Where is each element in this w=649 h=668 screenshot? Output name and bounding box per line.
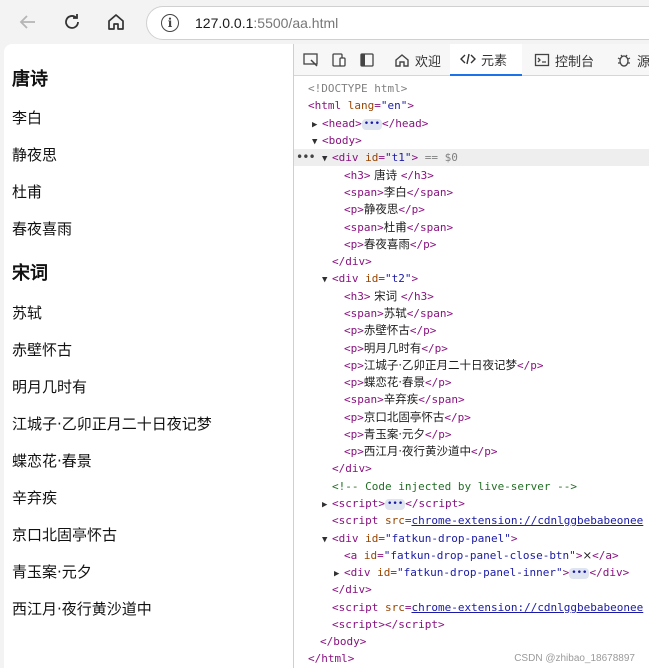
dom-node-p[interactable]: <p>明月几时有</p> xyxy=(344,340,448,357)
dom-node-script-empty[interactable]: <script></script> xyxy=(332,616,445,633)
list-item: 杜甫 xyxy=(12,183,43,201)
list-item: 江城子·乙卯正月二十日夜记梦 xyxy=(12,415,212,433)
tab-console[interactable]: 控制台 xyxy=(530,44,606,76)
sidebar-toggle-icon[interactable] xyxy=(358,51,376,69)
ellipsis-icon[interactable]: ••• xyxy=(569,567,590,579)
more-dots-icon[interactable]: ••• xyxy=(296,149,316,166)
dom-node-div-t2[interactable]: ▼ <div id="t2"> xyxy=(322,270,418,287)
tab-sources[interactable]: 源 xyxy=(612,44,649,76)
dom-node-span[interactable]: <span>李白</span> xyxy=(344,184,453,201)
ellipsis-icon[interactable]: ••• xyxy=(361,118,383,130)
reload-icon xyxy=(65,14,79,29)
heading-t1: 唐诗 xyxy=(12,69,48,90)
dom-node-p[interactable]: <p>青玉案·元夕</p> xyxy=(344,426,452,443)
console-icon xyxy=(534,53,550,67)
list-item: 明月几时有 xyxy=(12,378,88,396)
home-icon xyxy=(395,54,409,67)
code-brackets-icon xyxy=(460,53,476,65)
collapse-triangle-icon[interactable]: ▼ xyxy=(322,272,332,289)
bug-icon xyxy=(617,54,631,67)
dom-node-div-close[interactable]: </div> xyxy=(332,460,372,477)
dom-node-div-close[interactable]: </div> xyxy=(332,581,372,598)
url-path: :5500/aa.html xyxy=(253,15,339,31)
tab-welcome-label: 欢迎 xyxy=(415,54,442,70)
dom-node-div-panel[interactable]: ▼ <div id="fatkun-drop-panel"> xyxy=(322,530,517,547)
collapse-triangle-icon[interactable]: ▼ xyxy=(322,532,332,549)
back-button[interactable] xyxy=(14,8,42,36)
dom-node-p[interactable]: <p>西江月·夜行黄沙道中</p> xyxy=(344,443,498,460)
dom-node-script-ext[interactable]: <script src=chrome-extension://cdnlggbeb… xyxy=(332,599,643,616)
list-item: 京口北固亭怀古 xyxy=(12,526,118,544)
tab-console-label: 控制台 xyxy=(555,54,595,70)
dom-node-doctype[interactable]: <!DOCTYPE html> xyxy=(308,80,407,97)
dom-node-span[interactable]: <span>辛弃疾</span> xyxy=(344,391,465,408)
url-text: 127.0.0.1:5500/aa.html xyxy=(195,15,338,31)
dom-node-p[interactable]: <p>赤壁怀古</p> xyxy=(344,322,436,339)
dom-node-head[interactable]: ▶ <head> ••• </head> xyxy=(312,115,428,132)
dom-node-div-inner[interactable]: ▶ <div id="fatkun-drop-panel-inner"> ••• </… xyxy=(334,564,629,581)
home-button[interactable] xyxy=(102,8,130,36)
list-item: 静夜思 xyxy=(12,146,58,164)
browser-toolbar: i 127.0.0.1:5500/aa.html xyxy=(0,0,649,44)
list-item: 青玉案·元夕 xyxy=(12,563,92,581)
dom-node-div-t1[interactable]: ••• ▼ <div id="t1"> == $0 xyxy=(294,149,649,166)
tab-sources-label: 源 xyxy=(637,54,649,70)
list-item: 蝶恋花·春景 xyxy=(12,452,92,470)
collapse-triangle-icon[interactable]: ▼ xyxy=(322,151,332,168)
list-item: 苏轼 xyxy=(12,304,43,322)
dom-node-comment[interactable]: <!-- Code injected by live-server --> xyxy=(332,478,577,495)
dom-node-h3[interactable]: <h3> 唐诗 </h3> xyxy=(344,167,434,184)
list-item: 辛弃疾 xyxy=(12,489,58,507)
extension-link[interactable]: chrome-extension://cdnlggbebabeonee xyxy=(411,601,643,614)
tab-elements[interactable]: 元素 xyxy=(450,44,522,76)
list-item: 西江月·夜行黄沙道中 xyxy=(12,600,152,618)
dom-node-p[interactable]: <p>静夜思</p> xyxy=(344,201,425,218)
list-item: 赤壁怀古 xyxy=(12,341,73,359)
heading-t2: 宋词 xyxy=(12,263,48,284)
dom-node-p[interactable]: <p>春夜喜雨</p> xyxy=(344,236,436,253)
url-host: 127.0.0.1 xyxy=(195,15,254,31)
address-bar[interactable]: i 127.0.0.1:5500/aa.html xyxy=(146,6,649,40)
device-toolbar-icon[interactable] xyxy=(330,51,348,69)
dom-node-script-ext[interactable]: <script src=chrome-extension://cdnlggbeb… xyxy=(332,512,643,529)
inspect-icon[interactable] xyxy=(302,51,320,69)
dom-node-p[interactable]: <p>蝶恋花·春景</p> xyxy=(344,374,452,391)
watermark: CSDN @zhibao_18678897 xyxy=(514,653,635,664)
devtools-panel: 欢迎 元素 控制台 源 <!DOCTYPE html> <html lang="… xyxy=(293,44,649,668)
dom-node-span[interactable]: <span>苏轼</span> xyxy=(344,305,453,322)
page-viewport: 唐诗 李白 静夜思 杜甫 春夜喜雨 宋词 苏轼 赤壁怀古 明月几时有 江城子·乙… xyxy=(4,44,293,668)
dom-node-script[interactable]: ▶ <script> ••• </script> xyxy=(322,495,465,512)
list-item: 李白 xyxy=(12,109,43,127)
dom-node-span[interactable]: <span>杜甫</span> xyxy=(344,219,453,236)
dom-node-html-close[interactable]: </html> xyxy=(308,650,354,667)
reload-button[interactable] xyxy=(58,8,86,36)
dom-node-div-close[interactable]: </div> xyxy=(332,253,372,270)
expand-triangle-icon[interactable]: ▶ xyxy=(322,497,332,514)
tab-elements-label: 元素 xyxy=(481,53,508,69)
site-info-icon[interactable]: i xyxy=(161,14,179,32)
dom-node-h3[interactable]: <h3> 宋词 </h3> xyxy=(344,288,434,305)
ellipsis-icon[interactable]: ••• xyxy=(384,498,406,510)
dom-node-html[interactable]: <html lang="en"> xyxy=(308,97,414,114)
dom-node-body[interactable]: ▼ <body> xyxy=(312,132,362,149)
list-item: 春夜喜雨 xyxy=(12,220,73,238)
devtools-tab-bar: 欢迎 元素 控制台 源 xyxy=(294,44,649,76)
tab-welcome[interactable]: 欢迎 xyxy=(390,44,446,76)
dom-node-body-close[interactable]: </body> xyxy=(320,633,366,650)
dom-node-p[interactable]: <p>京口北固亭怀古</p> xyxy=(344,409,471,426)
dom-node-p[interactable]: <p>江城子·乙卯正月二十日夜记梦</p> xyxy=(344,357,544,374)
arrow-left-icon xyxy=(19,15,35,29)
dom-node-a[interactable]: <a id="fatkun-drop-panel-close-btn">×</a… xyxy=(344,547,619,564)
extension-link[interactable]: chrome-extension://cdnlggbebabeonee xyxy=(411,514,643,527)
home-icon xyxy=(108,14,124,30)
